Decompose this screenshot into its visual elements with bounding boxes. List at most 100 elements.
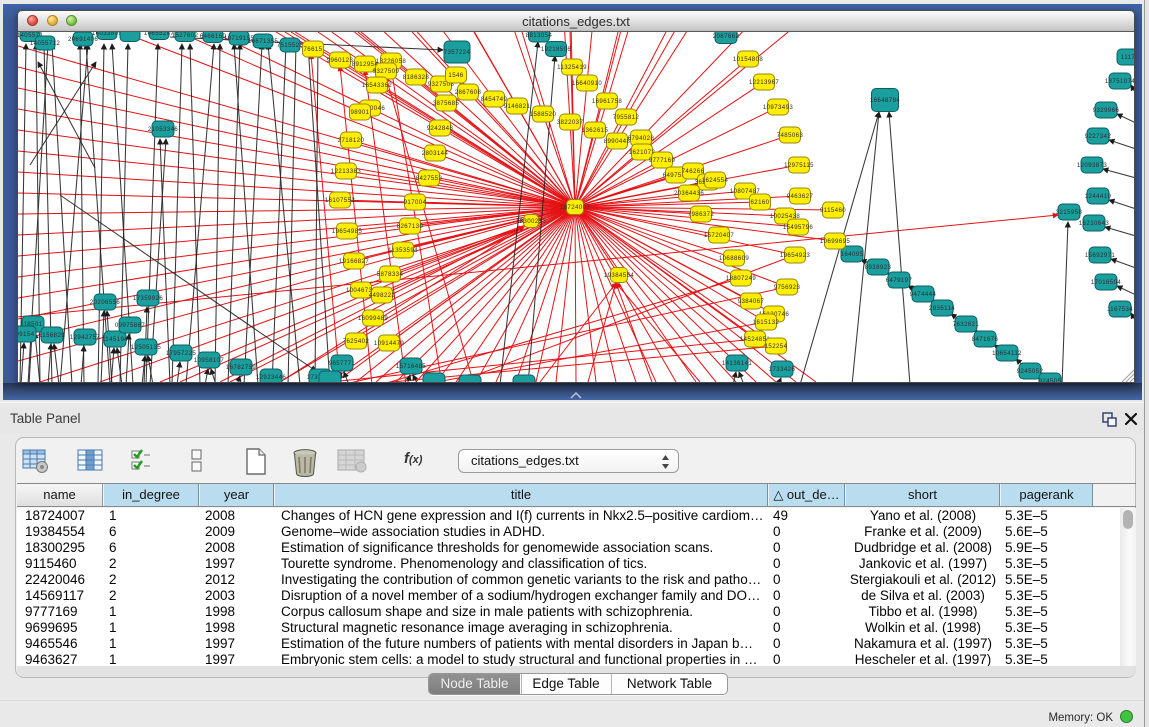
svg-text:15495796: 15495796 [783,224,814,231]
svg-text:9384067: 9384067 [738,298,765,305]
svg-text:16640910: 16640910 [572,80,603,87]
svg-text:10699695: 10699695 [820,238,851,245]
svg-text:19654985: 19654985 [332,228,363,235]
svg-text:4498222: 4498222 [369,292,396,299]
svg-text:20206556: 20206556 [90,299,121,306]
svg-text:3875685: 3875685 [433,100,460,107]
svg-text:2867608: 2867608 [455,89,482,96]
svg-text:09975867: 09975867 [115,322,146,329]
svg-text:917004: 917004 [404,199,427,206]
svg-text:1244419: 1244419 [1085,193,1112,200]
svg-text:10654112: 10654112 [992,350,1022,357]
svg-text:9657771: 9657771 [329,360,356,367]
svg-text:14136141: 14136141 [722,360,753,367]
svg-text:9329966: 9329966 [1093,107,1120,114]
svg-text:11353594: 11353594 [388,247,418,254]
svg-text:11325419: 11325419 [557,64,587,71]
svg-text:10655267: 10655267 [144,32,175,37]
svg-text:9242848: 9242848 [427,125,454,132]
svg-text:13751074: 13751074 [1105,78,1134,85]
svg-text:8471676: 8471676 [972,336,999,343]
svg-text:12213967: 12213967 [749,79,780,86]
svg-text:6466160: 6466160 [200,33,227,40]
svg-text:12942757: 12942757 [70,334,101,341]
svg-text:7357224: 7357224 [444,49,471,56]
svg-text:16107553: 16107553 [325,197,356,204]
svg-text:3215958: 3215958 [1056,209,1083,216]
svg-text:7625402: 7625402 [343,338,370,345]
svg-text:17359926: 17359926 [133,295,164,302]
svg-text:9227342: 9227342 [1085,133,1112,140]
svg-text:9146821: 9146821 [504,103,531,110]
svg-text:7955812: 7955812 [613,114,640,121]
svg-text:3822037: 3822037 [557,119,584,126]
svg-text:9960123: 9960123 [327,57,354,64]
svg-text:12505135: 12505135 [131,344,162,351]
svg-text:6794028: 6794028 [628,135,655,142]
svg-text:12213383: 12213383 [331,168,362,175]
svg-text:18724007: 18724007 [560,204,591,211]
svg-text:15720407: 15720407 [704,232,735,239]
svg-text:2935114: 2935114 [929,305,955,312]
svg-text:8813054: 8813054 [526,32,553,39]
svg-text:19384554: 19384554 [604,272,635,279]
svg-text:16099489: 16099489 [358,315,389,322]
svg-text:8938923: 8938923 [865,264,892,271]
svg-text:16671355: 16671355 [248,38,279,45]
svg-text:7515526: 7515526 [277,42,304,49]
svg-text:152254: 152254 [765,343,788,350]
svg-text:7632621: 7632621 [953,321,980,328]
svg-text:16543362: 16543362 [362,82,393,89]
svg-text:1588520: 1588520 [530,111,557,118]
svg-text:16961758: 16961758 [592,98,623,105]
svg-text:99154: 99154 [18,331,35,338]
svg-text:2718120: 2718120 [338,137,365,144]
svg-text:1362615: 1362615 [582,127,609,134]
svg-text:2803144: 2803144 [422,150,449,157]
svg-text:9474444: 9474444 [910,291,937,298]
svg-text:62160: 62160 [751,199,770,206]
svg-text:17957225: 17957225 [166,350,197,357]
svg-text:1624554: 1624554 [702,177,729,184]
svg-text:10973493: 10973493 [763,104,794,111]
svg-text:9115460: 9115460 [820,207,846,214]
svg-text:8427552: 8427552 [416,175,443,182]
svg-text:1167534: 1167534 [1107,306,1133,313]
svg-text:20364436: 20364436 [674,190,705,197]
svg-text:9756923: 9756923 [774,284,801,291]
svg-text:21053346: 21053346 [148,126,179,133]
svg-text:15716485: 15716485 [396,363,427,370]
svg-text:10688609: 10688609 [719,255,750,262]
svg-text:9777169: 9777169 [649,157,676,164]
svg-text:16648784: 16648784 [870,97,901,104]
svg-text:15692971: 15692971 [1085,252,1116,259]
svg-text:1117: 1117 [1121,54,1134,61]
svg-text:9327509: 9327509 [373,68,400,75]
svg-text:8186328: 8186328 [403,74,430,81]
svg-text:164095: 164095 [841,251,864,258]
svg-text:10154808: 10154808 [733,56,764,63]
svg-text:8267130: 8267130 [397,223,424,230]
svg-text:16210643: 16210643 [1079,220,1110,227]
svg-text:18300213: 18300213 [516,218,547,225]
svg-text:8990448: 8990448 [604,138,631,145]
svg-text:19654923: 19654923 [780,252,811,259]
svg-text:1546: 1546 [448,72,463,79]
svg-text:12923446: 12923446 [256,374,287,381]
svg-text:8454749: 8454749 [481,96,508,103]
svg-text:8912954: 8912954 [352,61,379,68]
svg-text:10914479: 10914479 [374,340,405,347]
svg-text:98901: 98901 [351,109,370,116]
svg-text:6479197: 6479197 [886,277,913,284]
svg-text:1615132: 1615132 [753,319,780,326]
svg-text:10958107: 10958107 [194,357,225,364]
svg-text:2087662: 2087662 [713,33,740,40]
svg-text:924505: 924505 [1039,378,1062,382]
svg-text:16033809: 16033809 [92,32,123,37]
svg-text:16782759: 16782759 [226,364,257,371]
svg-text:7986372: 7986372 [688,211,715,218]
svg-text:1527602: 1527602 [172,32,199,39]
svg-text:1733426: 1733426 [769,366,796,373]
svg-text:17016504: 17016504 [1091,279,1122,286]
svg-text:76615: 76615 [304,46,323,53]
